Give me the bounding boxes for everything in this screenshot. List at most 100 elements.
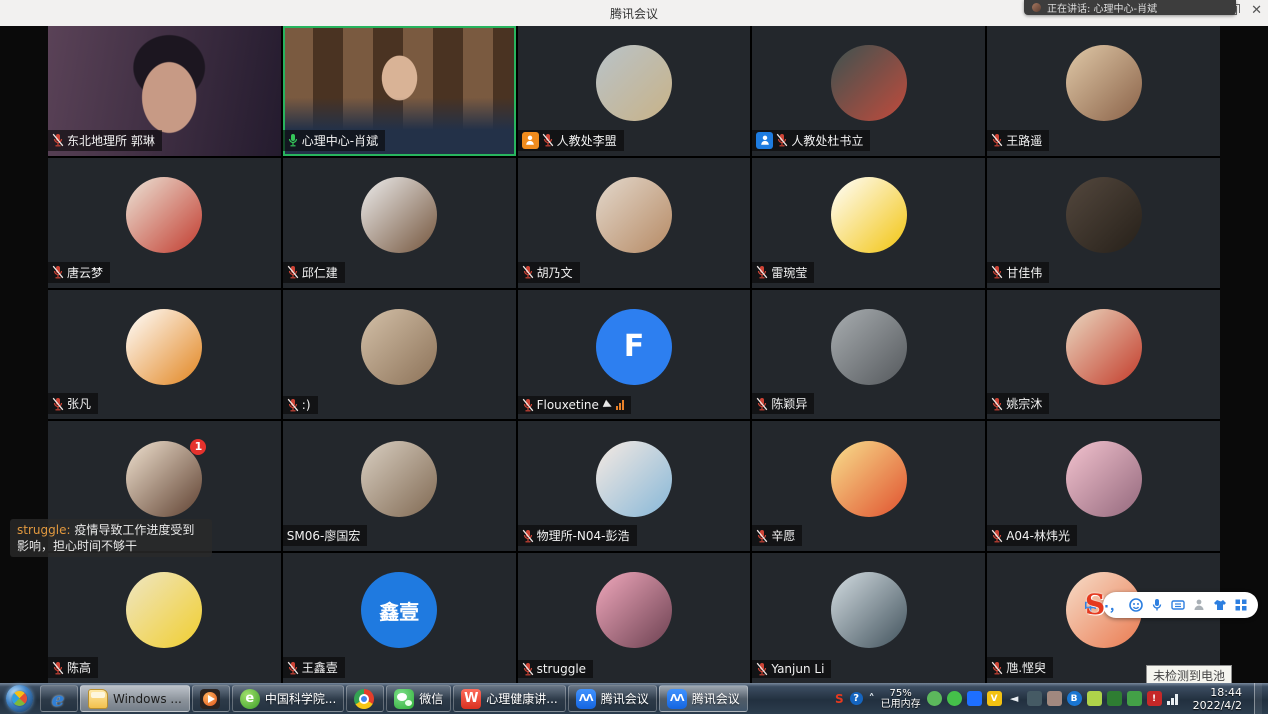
participant-tile[interactable]: 陈高: [48, 553, 281, 683]
app-label: 心理健康讲...: [486, 690, 557, 707]
participant-tile[interactable]: struggle: [518, 553, 751, 683]
video-grid: 东北地理所 郭琳 心理中心-肖斌: [48, 26, 1220, 683]
skin-shirt-icon[interactable]: [1213, 598, 1227, 612]
tray-expand-icon[interactable]: ˄: [869, 693, 875, 705]
participant-tile[interactable]: 陈颖异: [752, 290, 985, 420]
browser360-icon: e: [240, 689, 260, 709]
sogou-tray-icon[interactable]: S: [835, 693, 844, 705]
memory-usage-indicator[interactable]: 75% 已用内存: [881, 688, 921, 710]
participant-tile[interactable]: 王路遥: [987, 26, 1220, 156]
participant-avatar: [596, 177, 672, 253]
app-label: 腾讯会议: [692, 690, 740, 707]
vg-downloader-icon[interactable]: V: [987, 691, 1002, 706]
sogou-ime-toolbar[interactable]: S 中 ·，: [1103, 592, 1258, 618]
mic-status-icon: [522, 398, 534, 412]
mic-status-icon: [991, 265, 1003, 279]
participant-name: Flouxetine: [537, 398, 599, 412]
utility-tray-icon[interactable]: [1027, 691, 1042, 706]
punctuation-icon[interactable]: ·，: [1104, 596, 1122, 615]
taskbar-button-ie[interactable]: e: [40, 685, 78, 712]
emoji-icon[interactable]: [1129, 598, 1143, 612]
package-tray-icon[interactable]: [1047, 691, 1062, 706]
taskbar-button-browser360[interactable]: e 中国科学院...: [232, 685, 344, 712]
participant-tile[interactable]: 邱仁建: [283, 158, 516, 288]
participant-name-label: 心理中心-肖斌: [283, 130, 385, 151]
participant-name: 人教处杜书立: [791, 132, 863, 149]
speaking-indicator-text: 正在讲话: 心理中心-肖斌: [1047, 0, 1157, 15]
participant-tile[interactable]: 辛愿: [752, 421, 985, 551]
taskbar-button-chrome[interactable]: [346, 685, 384, 712]
participant-tile[interactable]: 甘佳伟: [987, 158, 1220, 288]
windows-taskbar: e Windows ... e 中国科学院... 微信 W 心理健康讲... Λ…: [0, 683, 1268, 714]
start-button[interactable]: [6, 685, 33, 712]
system-tray: S ? ˄ 75% 已用内存 V ◄ B! 18:44 2022/4/2: [835, 683, 1266, 714]
mic-status-icon: [52, 133, 64, 147]
participant-tile[interactable]: F Flouxetine: [518, 290, 751, 420]
participant-tile[interactable]: 物理所-N04-彭浩: [518, 421, 751, 551]
taskbar-button-meeting[interactable]: ΛΛ 腾讯会议: [568, 685, 657, 712]
bluetooth-icon[interactable]: B: [1067, 691, 1082, 706]
voice-input-mic-icon[interactable]: [1150, 598, 1164, 612]
participant-tile[interactable]: 人教处杜书立: [752, 26, 985, 156]
participant-avatar: [831, 441, 907, 517]
taskbar-button-player[interactable]: [192, 685, 230, 712]
mic-status-icon: [287, 133, 299, 147]
meeting-icon: ΛΛ: [667, 689, 687, 709]
participant-tile[interactable]: 心理中心-肖斌: [283, 26, 516, 156]
participant-avatar: [361, 441, 437, 517]
usb-device-icon[interactable]: [927, 691, 942, 706]
participant-name-label: Yanjun Li: [752, 660, 831, 678]
participant-tile[interactable]: 雷琬莹: [752, 158, 985, 288]
participant-name: SM06-廖国宏: [287, 527, 361, 544]
participant-name-label: :): [283, 396, 318, 414]
participant-tile[interactable]: 人教处李盟: [518, 26, 751, 156]
meeting-icon: ΛΛ: [576, 689, 596, 709]
mic-status-icon: [756, 662, 768, 676]
participant-tile[interactable]: 胡乃文: [518, 158, 751, 288]
participant-tile[interactable]: :): [283, 290, 516, 420]
volume-icon[interactable]: ◄: [1007, 691, 1022, 706]
wechat-tray-icon[interactable]: [947, 691, 962, 706]
handwriting-person-icon[interactable]: [1192, 598, 1206, 612]
participant-tile[interactable]: Yanjun Li: [752, 553, 985, 683]
security-shield-icon[interactable]: [1107, 691, 1122, 706]
participant-tile[interactable]: 东北地理所 郭琳: [48, 26, 281, 156]
taskbar-button-explorer[interactable]: Windows ...: [80, 685, 190, 712]
participant-name-label: 东北地理所 郭琳: [48, 130, 162, 151]
participant-avatar: [126, 177, 202, 253]
participant-tile[interactable]: 鑫壹 王鑫壹: [283, 553, 516, 683]
mic-status-icon: [542, 133, 554, 147]
battery-alert-icon[interactable]: !: [1147, 691, 1162, 706]
network-signal-icon[interactable]: [1167, 693, 1181, 705]
taskbar-buttons: e Windows ... e 中国科学院... 微信 W 心理健康讲... Λ…: [39, 685, 749, 712]
participant-name-label: A04-林炜光: [987, 525, 1077, 546]
sogou-logo-icon[interactable]: S: [1085, 588, 1105, 621]
participant-avatar: [596, 572, 672, 648]
mic-status-icon: [991, 529, 1003, 543]
participant-name-label: SM06-廖国宏: [283, 525, 368, 546]
participant-tile[interactable]: 唐云梦: [48, 158, 281, 288]
participant-tile[interactable]: A04-林炜光: [987, 421, 1220, 551]
explorer-icon: [88, 689, 108, 709]
participant-tile[interactable]: 姚宗沐: [987, 290, 1220, 420]
participant-name: 心理中心-肖斌: [302, 132, 378, 149]
mic-status-icon: [991, 397, 1003, 411]
participant-tile[interactable]: SM06-廖国宏: [283, 421, 516, 551]
mic-status-icon: [287, 661, 299, 675]
notification-badge: 1: [190, 439, 206, 455]
participant-tile[interactable]: 张凡: [48, 290, 281, 420]
taskbar-button-wps[interactable]: W 心理健康讲...: [453, 685, 565, 712]
green-tool-icon[interactable]: [1127, 691, 1142, 706]
show-desktop-button[interactable]: [1254, 683, 1262, 714]
help-tray-icon[interactable]: ?: [850, 692, 863, 705]
participant-name: 胡乃文: [537, 264, 573, 281]
toolbox-grid-icon[interactable]: [1234, 598, 1248, 612]
taskbar-button-wechat[interactable]: 微信: [386, 685, 451, 712]
shield-360-icon[interactable]: [1087, 691, 1102, 706]
meeting-tray-icon[interactable]: [967, 691, 982, 706]
close-window-icon[interactable]: ✕: [1251, 4, 1262, 17]
taskbar-clock[interactable]: 18:44 2022/4/2: [1187, 686, 1248, 712]
virtual-keyboard-icon[interactable]: [1171, 598, 1185, 612]
taskbar-button-meeting[interactable]: ΛΛ 腾讯会议: [659, 685, 748, 712]
participant-name-label: 人教处杜书立: [752, 130, 870, 151]
